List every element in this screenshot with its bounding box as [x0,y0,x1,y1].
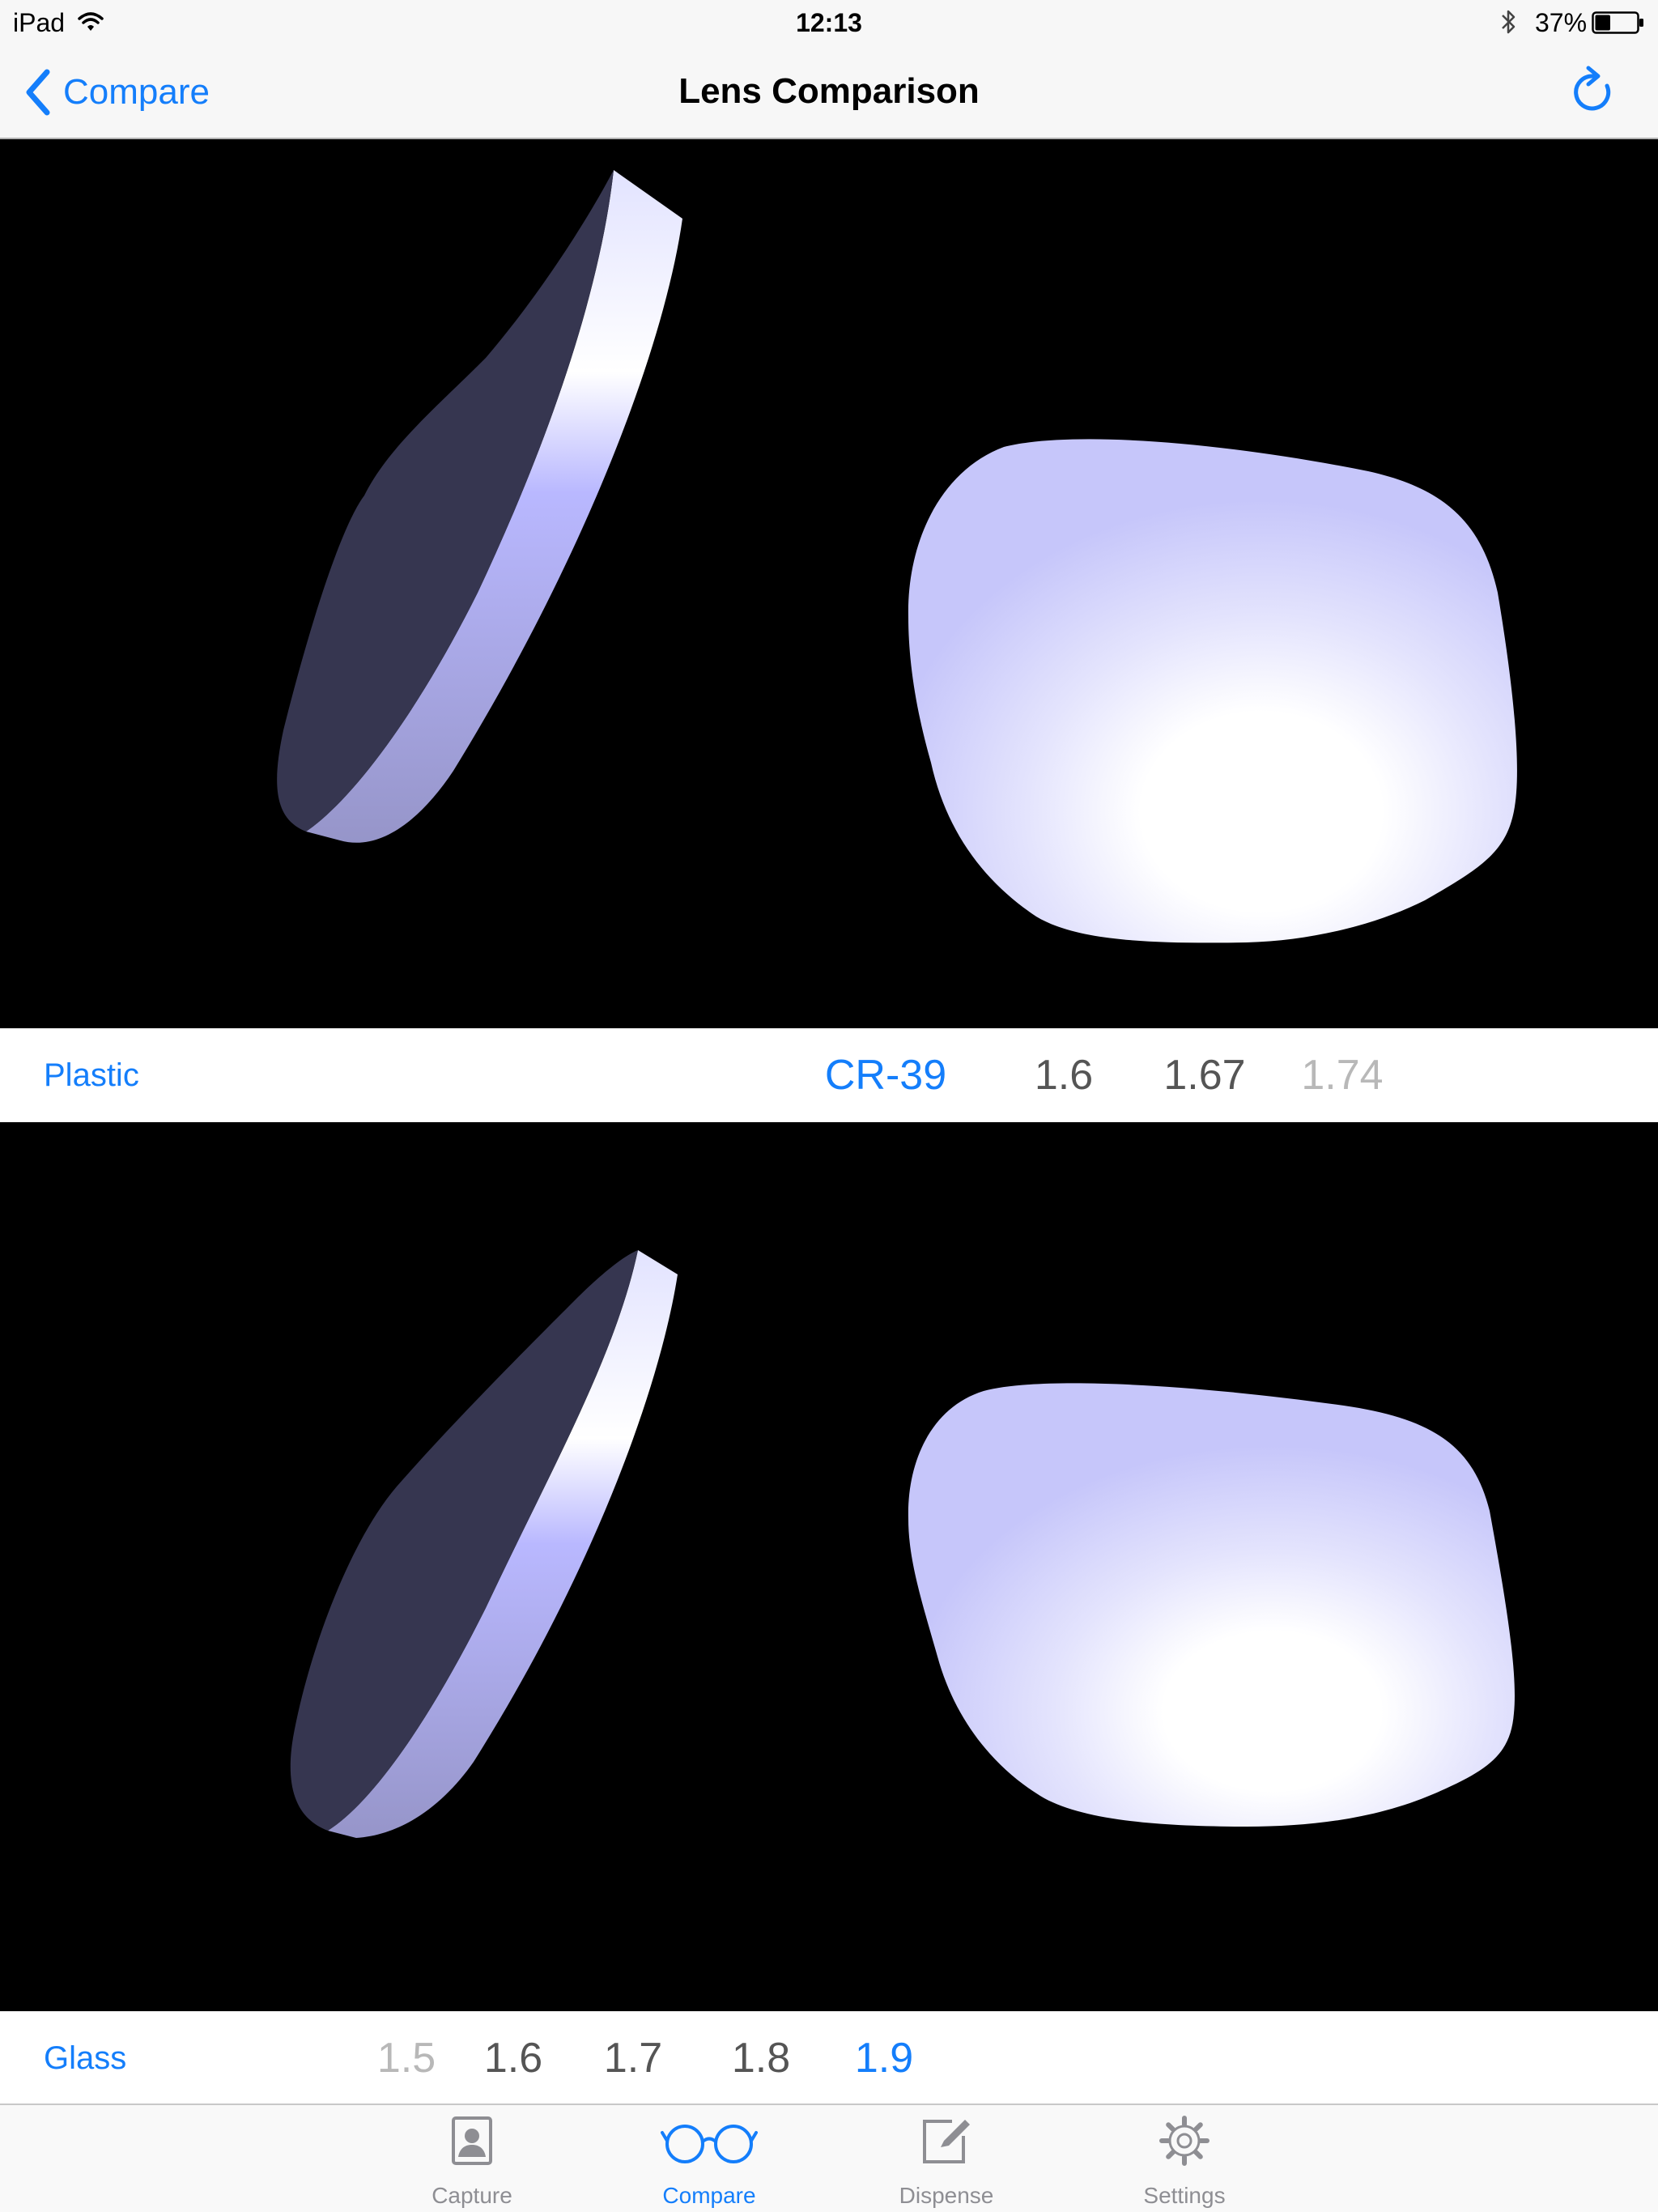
contact-card-icon [450,2115,494,2171]
glass-option-1-5[interactable]: 1.5 [377,2034,436,2082]
tab-dispense-label: Dispense [899,2183,994,2208]
lens-front-face [908,1383,1515,1827]
glass-label: Glass [44,2040,127,2076]
navigation-bar: Compare Lens Comparison [0,47,1658,139]
battery-icon [1592,11,1645,38]
page-title: Lens Comparison [678,71,980,111]
glass-option-1-8[interactable]: 1.8 [732,2034,790,2082]
lens-front-face [908,439,1517,943]
glasses-icon [661,2115,758,2171]
plastic-lens-viewport[interactable] [0,139,1658,1028]
tab-bar: Capture Compare Dispense Settings [0,2105,1658,2212]
tab-settings-label: Settings [1143,2183,1226,2208]
plastic-option-cr-39[interactable]: CR-39 [825,1051,946,1100]
plastic-option-1-67[interactable]: 1.67 [1163,1051,1245,1100]
tab-compare[interactable]: Compare [612,2105,806,2212]
bluetooth-icon [1499,8,1517,40]
battery-percentage: 37% [1535,8,1588,37]
status-time: 12:13 [796,8,862,37]
glass-option-1-9[interactable]: 1.9 [855,2034,913,2082]
gear-icon [1158,2115,1210,2171]
edit-pencil-icon [920,2115,973,2171]
tab-settings[interactable]: Settings [1087,2105,1282,2212]
status-bar: iPad 12:13 37% [0,0,1658,47]
plastic-label: Plastic [44,1057,139,1093]
plastic-option-1-74[interactable]: 1.74 [1301,1051,1383,1100]
refresh-button[interactable] [1569,65,1614,121]
glass-option-1-6[interactable]: 1.6 [484,2034,542,2082]
glass-option-1-7[interactable]: 1.7 [604,2034,662,2082]
refresh-icon [1574,66,1611,111]
plastic-material-row: Plastic CR-39 1.6 1.67 1.74 [0,1028,1658,1122]
tab-compare-label: Compare [662,2183,756,2208]
tab-capture[interactable]: Capture [375,2105,569,2212]
plastic-option-1-6[interactable]: 1.6 [1035,1051,1093,1100]
glass-material-row: Glass 1.5 1.6 1.7 1.8 1.9 [0,2011,1658,2105]
tab-dispense[interactable]: Dispense [849,2105,1044,2212]
tab-capture-label: Capture [432,2183,512,2208]
glass-lens-viewport[interactable] [0,1122,1658,2011]
